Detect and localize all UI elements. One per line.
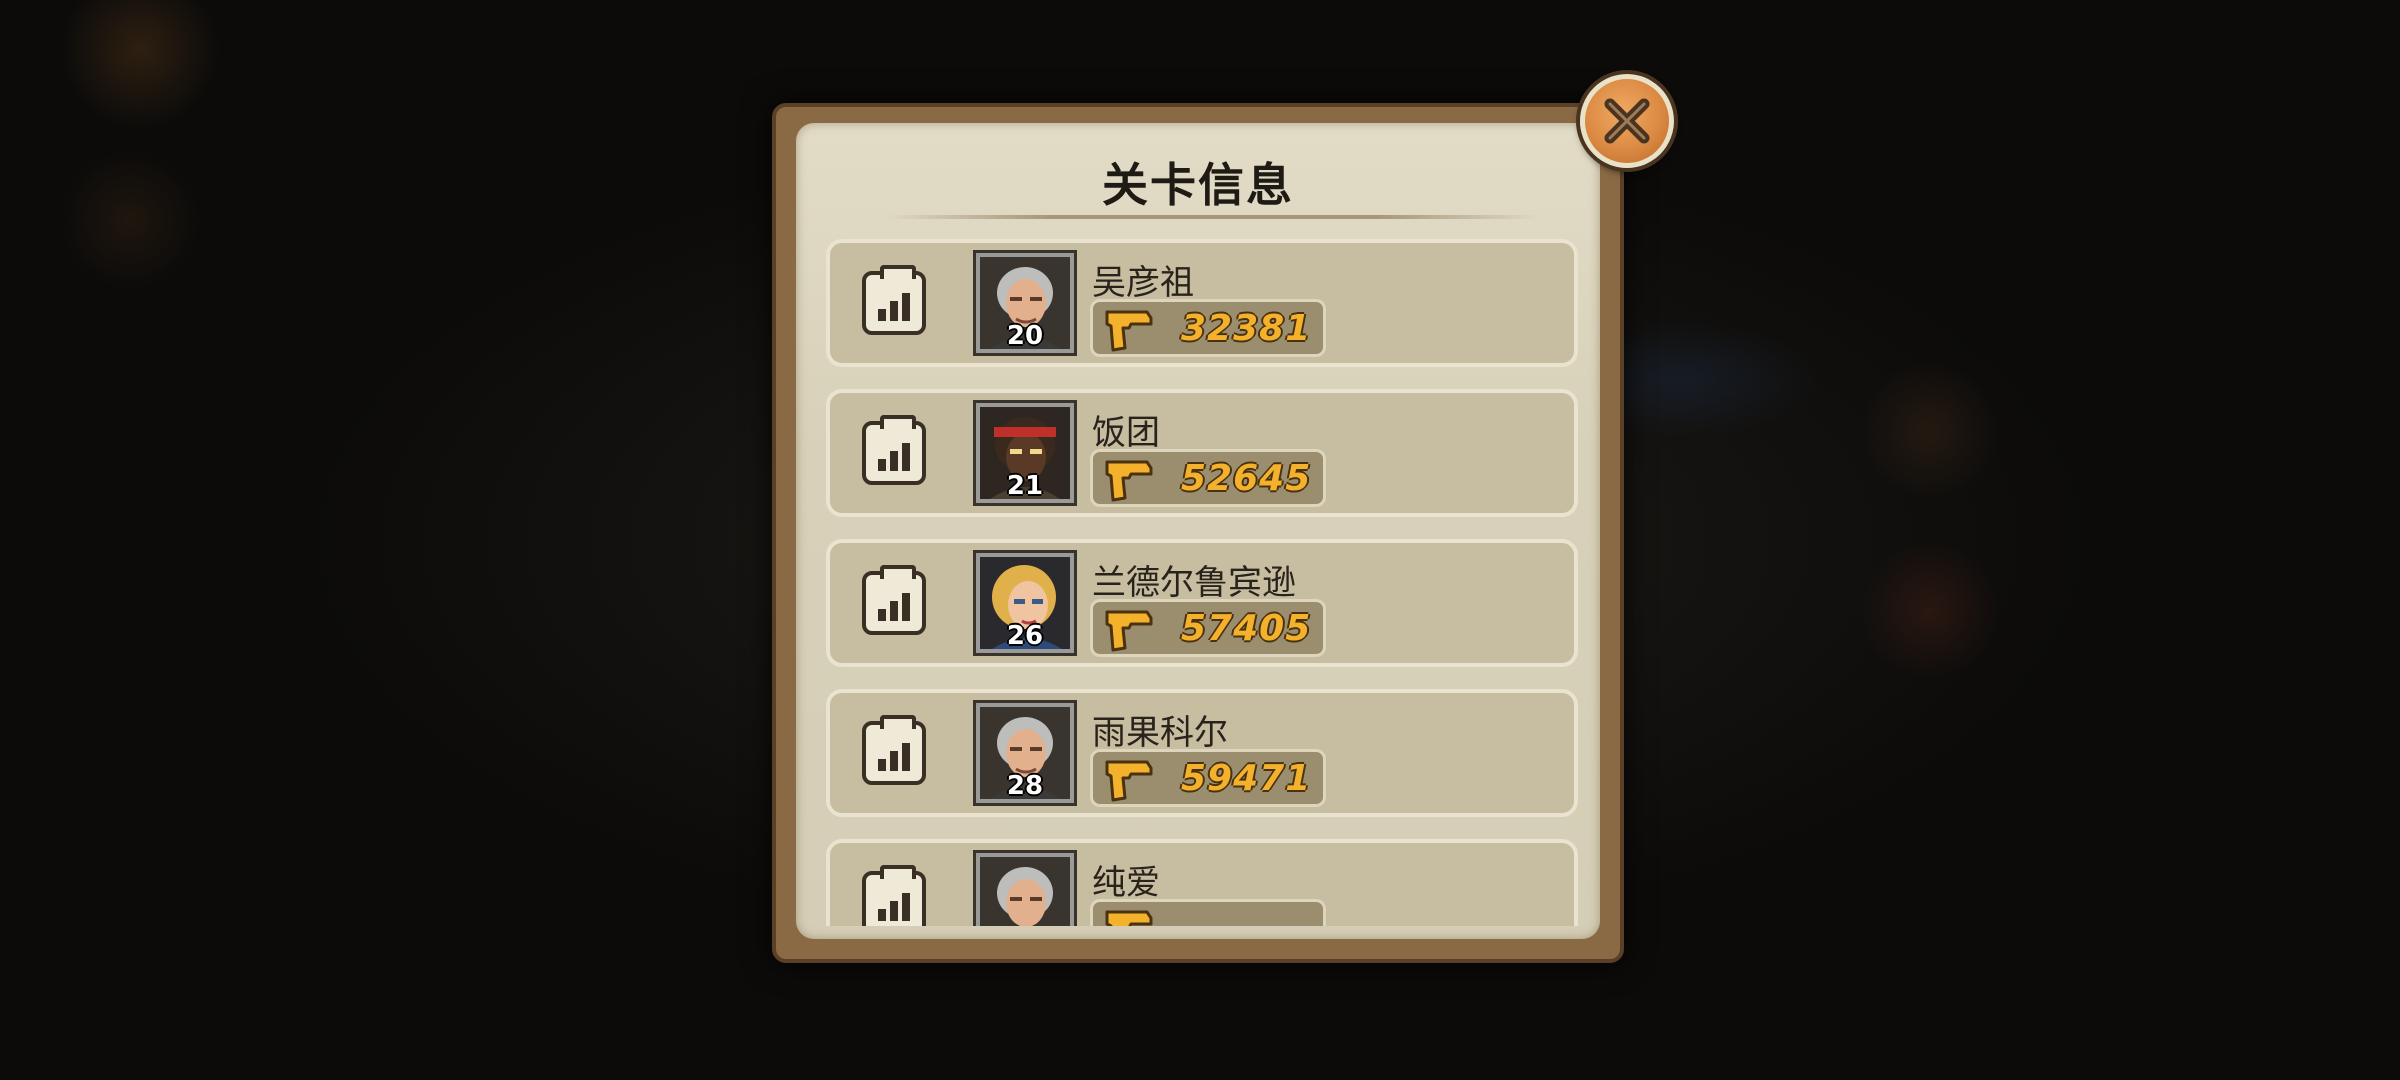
combat-power-badge: 32381: [1090, 299, 1326, 357]
stage-info-dialog: 关卡信息 20 吴彦祖 32381 21 饭团 52645 26 兰德尔鲁宾逊 …: [772, 103, 1624, 963]
close-button[interactable]: [1580, 74, 1674, 168]
pistol-icon: [1105, 310, 1153, 352]
combat-power-value: 57405: [1181, 608, 1312, 649]
list-item: 纯爱: [826, 839, 1578, 926]
list-item: 28 雨果科尔 59471: [826, 689, 1578, 817]
player-avatar[interactable]: [976, 853, 1074, 926]
list-item: 21 饭团 52645: [826, 389, 1578, 517]
dialog-body: 关卡信息 20 吴彦祖 32381 21 饭团 52645 26 兰德尔鲁宾逊 …: [796, 123, 1600, 939]
player-list[interactable]: 20 吴彦祖 32381 21 饭团 52645 26 兰德尔鲁宾逊 57405…: [826, 239, 1578, 926]
player-level: 26: [1006, 621, 1044, 651]
combat-power-badge: [1090, 899, 1326, 926]
list-item: 26 兰德尔鲁宾逊 57405: [826, 539, 1578, 667]
player-name: 雨果科尔: [1092, 713, 1228, 753]
player-name: 兰德尔鲁宾逊: [1092, 563, 1296, 603]
combat-power-badge: 59471: [1090, 749, 1326, 807]
pistol-icon: [1105, 460, 1153, 502]
pistol-icon: [1105, 760, 1153, 802]
combat-power-badge: 57405: [1090, 599, 1326, 657]
combat-power-value: 59471: [1181, 758, 1312, 799]
pistol-icon: [1105, 910, 1153, 926]
player-level: 28: [1006, 771, 1044, 801]
pistol-icon: [1105, 610, 1153, 652]
player-level: 21: [1006, 471, 1044, 501]
player-name: 纯爱: [1092, 863, 1160, 903]
bar-chart-clipboard-icon[interactable]: [862, 265, 926, 335]
bar-chart-clipboard-icon[interactable]: [862, 565, 926, 635]
combat-power-value: 52645: [1181, 458, 1312, 499]
player-name: 饭团: [1092, 413, 1160, 453]
dialog-title: 关卡信息: [1102, 158, 1294, 212]
bar-chart-clipboard-icon[interactable]: [862, 865, 926, 926]
player-avatar[interactable]: 26: [976, 553, 1074, 653]
player-avatar[interactable]: 28: [976, 703, 1074, 803]
bar-chart-clipboard-icon[interactable]: [862, 715, 926, 785]
close-x-icon: [1604, 98, 1650, 144]
player-avatar[interactable]: 21: [976, 403, 1074, 503]
combat-power-badge: 52645: [1090, 449, 1326, 507]
player-level: 20: [1006, 321, 1044, 351]
list-item: 20 吴彦祖 32381: [826, 239, 1578, 367]
gray-haired-man-portrait-icon: [980, 857, 1070, 926]
player-name: 吴彦祖: [1092, 263, 1194, 303]
title-divider: [886, 215, 1540, 219]
player-avatar[interactable]: 20: [976, 253, 1074, 353]
bar-chart-clipboard-icon[interactable]: [862, 415, 926, 485]
combat-power-value: 32381: [1181, 308, 1312, 349]
